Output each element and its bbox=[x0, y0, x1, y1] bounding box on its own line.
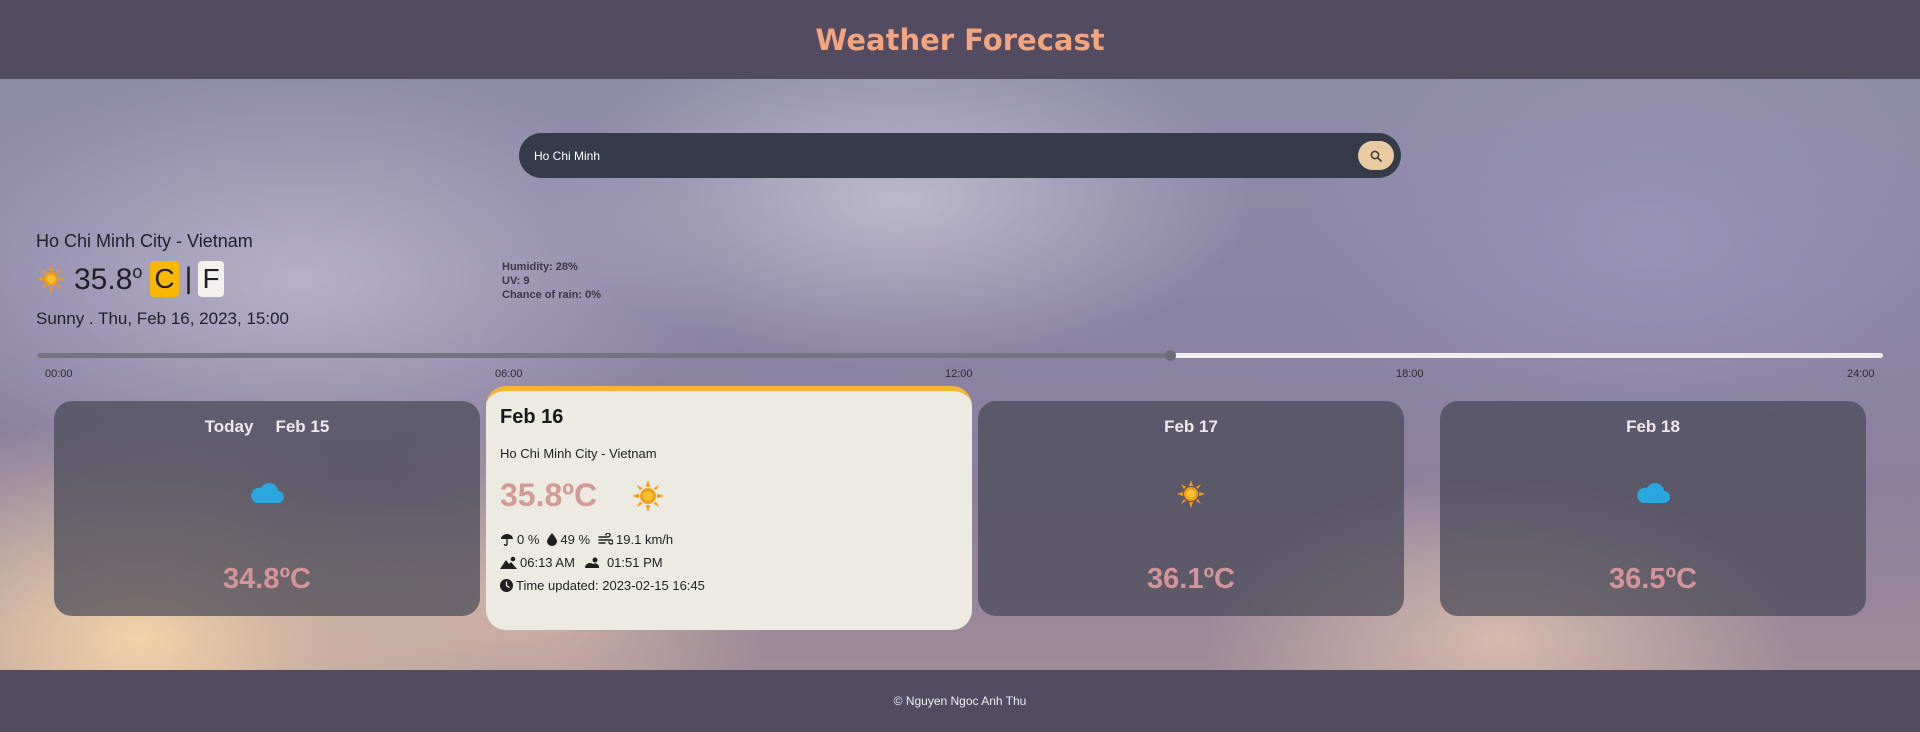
card-temperature: 36.5ºC bbox=[1609, 563, 1697, 595]
weather-description: Sunny . Thu, Feb 16, 2023, 15:00 bbox=[36, 309, 289, 328]
cloud-icon bbox=[1637, 483, 1670, 503]
card-header: Today Feb 15 bbox=[54, 417, 480, 437]
app-footer: © Nguyen Ngoc Anh Thu bbox=[0, 670, 1920, 732]
humidity-text: Humidity: 28% bbox=[502, 261, 578, 273]
time-tick: 00:00 bbox=[45, 368, 73, 380]
search-input[interactable] bbox=[534, 133, 1314, 178]
time-updated: Time updated: 2023-02-15 16:45 bbox=[516, 578, 705, 593]
selected-day-stats: 0 % 49 % 19.1 km/h bbox=[500, 532, 673, 547]
umbrella-icon bbox=[501, 534, 513, 546]
cloud-icon bbox=[251, 483, 284, 503]
card-date: Feb 17 bbox=[1164, 417, 1218, 436]
fahrenheit-toggle[interactable]: F bbox=[198, 261, 224, 297]
card-date: Feb 18 bbox=[1626, 417, 1680, 436]
celsius-toggle[interactable]: C bbox=[150, 261, 179, 297]
search-button[interactable] bbox=[1358, 141, 1394, 170]
page-title: Weather Forecast bbox=[815, 22, 1105, 57]
time-tick: 12:00 bbox=[945, 368, 973, 380]
wind-value: 19.1 km/h bbox=[616, 532, 674, 547]
forecast-card-feb17[interactable]: Feb 17 36.1ºC bbox=[978, 401, 1404, 616]
app-header: Weather Forecast bbox=[0, 0, 1920, 79]
sun-icon bbox=[632, 480, 664, 512]
selected-day-location: Ho Chi Minh City - Vietnam bbox=[500, 446, 657, 461]
sun-times-row: 06:13 AM 01:51 PM bbox=[500, 555, 663, 570]
time-slider-fill bbox=[37, 353, 1171, 358]
humidity-value: 49 % bbox=[560, 532, 591, 547]
sunrise-value: 06:13 AM bbox=[520, 555, 575, 570]
forecast-card-feb15[interactable]: Today Feb 15 34.8ºC bbox=[54, 401, 480, 616]
time-tick: 06:00 bbox=[495, 368, 523, 380]
wind-icon bbox=[598, 533, 614, 545]
unit-separator: | bbox=[184, 262, 193, 295]
card-temperature: 36.1ºC bbox=[1147, 563, 1235, 595]
sunset-value: 01:51 PM bbox=[606, 555, 663, 570]
current-temp-value: 35.8o bbox=[74, 261, 143, 296]
card-header: Feb 18 bbox=[1440, 417, 1866, 437]
time-tick: 24:00 bbox=[1847, 368, 1875, 380]
forecast-card-feb18[interactable]: Feb 18 36.5ºC bbox=[1440, 401, 1866, 616]
selected-day-temperature: 35.8ºC bbox=[500, 477, 598, 513]
sunset-icon bbox=[584, 557, 599, 568]
card-date: Feb 15 bbox=[275, 417, 330, 436]
updated-row: Time updated: 2023-02-15 16:45 bbox=[500, 578, 705, 593]
droplet-icon bbox=[547, 533, 558, 546]
search-bar bbox=[519, 133, 1401, 178]
time-tick: 18:00 bbox=[1396, 368, 1424, 380]
current-temperature-row: 35.8o C | F bbox=[36, 259, 224, 299]
current-location: Ho Chi Minh City - Vietnam bbox=[36, 231, 253, 251]
main-area: Ho Chi Minh City - Vietnam 35.8o C | F S… bbox=[0, 79, 1920, 670]
uv-text: UV: 9 bbox=[502, 275, 530, 287]
sun-icon bbox=[37, 265, 65, 293]
card-temperature: 34.8ºC bbox=[223, 563, 311, 595]
today-label: Today bbox=[204, 417, 254, 436]
copyright-text: © Nguyen Ngoc Anh Thu bbox=[893, 694, 1027, 708]
search-icon bbox=[1370, 150, 1382, 162]
time-slider-handle[interactable] bbox=[1165, 350, 1177, 361]
rain-chance-text: Chance of rain: 0% bbox=[502, 289, 602, 301]
weather-details: Humidity: 28% UV: 9 Chance of rain: 0% bbox=[502, 260, 601, 302]
clock-icon bbox=[500, 579, 513, 592]
sunrise-icon bbox=[500, 556, 517, 569]
time-slider[interactable] bbox=[37, 350, 1883, 361]
selected-day-card[interactable]: Feb 16 Ho Chi Minh City - Vietnam 35.8ºC… bbox=[486, 386, 972, 630]
selected-day-date: Feb 16 bbox=[500, 406, 564, 428]
rain-value: 0 % bbox=[517, 532, 540, 547]
sun-icon bbox=[1177, 480, 1205, 508]
card-header: Feb 17 bbox=[978, 417, 1404, 437]
